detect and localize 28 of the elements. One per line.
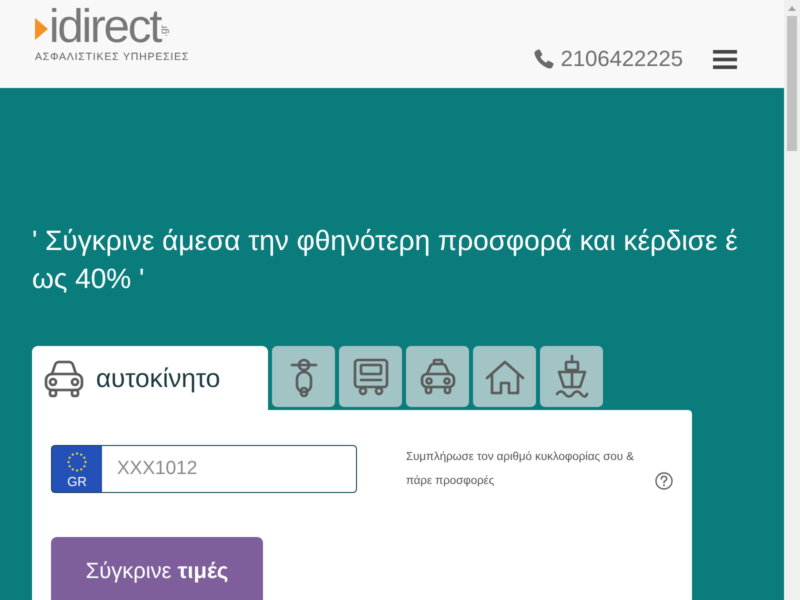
play-icon: [35, 18, 48, 40]
car-icon: [42, 358, 86, 398]
logo-tagline: ΑΣΦΑΛΙΣΤΙΚΕΣ ΥΠΗΡΕΣΙΕΣ: [35, 51, 190, 63]
phone-icon: [534, 49, 554, 69]
insurance-tab[interactable]: [473, 346, 536, 407]
menu-icon[interactable]: [713, 50, 737, 68]
scrollbar-thumb[interactable]: [787, 16, 797, 151]
house-icon: [484, 358, 526, 394]
eu-stars-icon: [65, 450, 89, 474]
plate-input[interactable]: XXX1012: [102, 445, 357, 493]
scroll-up-icon[interactable]: [788, 6, 796, 11]
logo-domain: .gr: [160, 25, 170, 37]
plate-hint: Συμπλήρωσε τον αριθμό κυκλοφορίας σου & πάρε προσφορές: [406, 450, 635, 489]
help-icon[interactable]: [655, 472, 673, 490]
insurance-tab[interactable]: [406, 346, 469, 407]
compare-prices-button[interactable]: Σύγκρινε τιμές: [51, 537, 263, 600]
insurance-tab[interactable]: [339, 346, 402, 407]
insurance-tab[interactable]: [272, 346, 335, 407]
phone-number[interactable]: 2106422225: [560, 46, 683, 72]
logo-wordmark: idirect: [49, 4, 160, 48]
insurance-tab[interactable]: [540, 346, 603, 407]
country-code: GR: [67, 474, 87, 488]
taxi-icon: [418, 358, 456, 396]
scooter-icon: [290, 356, 318, 398]
headline: ' Σύγκρινε άμεσα την φθηνότερη προσφορά και κέρδισε έ ως 40% ': [32, 224, 739, 296]
ship-icon: [554, 354, 588, 400]
insurance-tab[interactable]: αυτοκίνητο: [32, 346, 268, 410]
truck-icon: [352, 358, 388, 396]
